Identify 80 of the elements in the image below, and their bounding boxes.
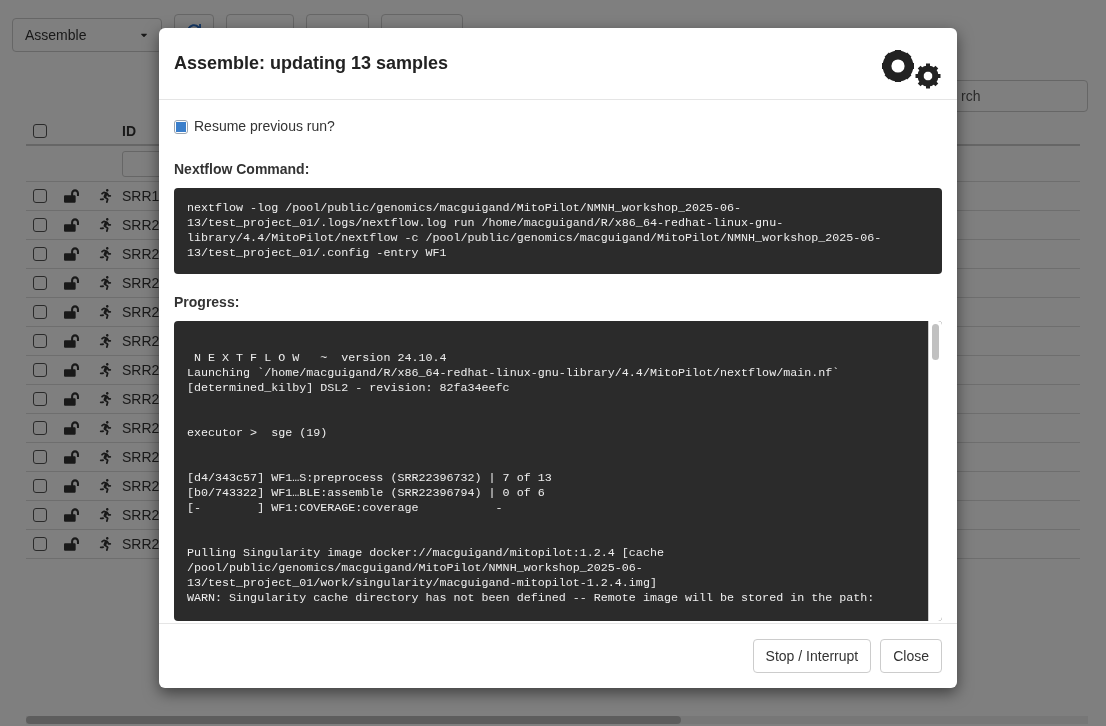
checkbox-label: Resume previous run? <box>194 117 335 136</box>
unlock-icon[interactable] <box>63 247 79 261</box>
row-checkbox[interactable] <box>33 392 47 406</box>
unlock-icon[interactable] <box>63 189 79 203</box>
table-cell-text: SRR2 <box>122 273 160 293</box>
row-checkbox[interactable] <box>33 479 47 493</box>
runner-icon[interactable] <box>98 189 112 203</box>
runner-icon[interactable] <box>98 305 112 319</box>
row-checkbox[interactable] <box>33 537 47 551</box>
runner-icon[interactable] <box>98 479 112 493</box>
unlock-icon[interactable] <box>63 537 79 551</box>
resume-checkbox[interactable] <box>174 119 188 134</box>
table-cell-text: SRR2 <box>122 534 160 554</box>
table-cell-text: SRR1 <box>122 186 160 206</box>
unlock-icon[interactable] <box>63 363 79 377</box>
runner-icon[interactable] <box>98 218 112 232</box>
row-checkbox[interactable] <box>33 450 47 464</box>
log-line: executor > sge (19) <box>187 426 328 441</box>
log-line: WARN: Singularity cache directory has not been defined -- Remote image will be stored in the path: <box>187 591 875 606</box>
log-line: Launching `/home/macguigand/R/x86_64-redhat-linux-gnu-library/4.4/MitoPilot/nextflow/main.nf` <box>187 366 840 381</box>
row-checkbox[interactable] <box>33 508 47 522</box>
log-line: N E X T F L O W ~ version 24.10.4 <box>193 351 447 366</box>
unlock-icon[interactable] <box>63 305 79 319</box>
table-cell-text: SRR2 <box>122 389 160 409</box>
unlock-icon[interactable] <box>63 334 79 348</box>
dialog-title: Assemble: updating 13 samples <box>174 52 449 75</box>
command-line: nextflow -log /pool/public/genomics/macguigand/MitoPilot/NMNH_workshop_2025-06- <box>187 201 742 216</box>
table-cell-text: SRR2 <box>122 244 160 264</box>
row-checkbox[interactable] <box>33 421 47 435</box>
runner-icon[interactable] <box>98 334 112 348</box>
command-line: library/4.4/MitoPilot/nextflow -c /pool/public/genomics/macguigand/MitoPilot/NMNH_workshop_2025-06- <box>187 231 882 246</box>
log-line: [- ] WF1:COVERAGE:coverage - <box>187 501 503 516</box>
table-cell-text: SRR2 <box>122 215 160 235</box>
command-line: 13/test_project_01/.logs/nextflow.log run /home/macguigand/R/x86_64-redhat-linux-gnu- <box>187 216 784 231</box>
runner-icon[interactable] <box>98 508 112 522</box>
log-line: 13/test_project_01/work/singularity/macguigand-mitopilot-1.2.4.img] <box>187 576 657 591</box>
table-cell-text: SRR2 <box>122 331 160 351</box>
row-checkbox[interactable] <box>33 189 47 203</box>
log-line: [b0/743322] WF1…BLE:assemble (SRR22396794) | 0 of 6 <box>187 486 545 501</box>
unlock-icon[interactable] <box>63 276 79 290</box>
table-cell-text: SRR2 <box>122 418 160 438</box>
runner-icon[interactable] <box>98 392 112 406</box>
runner-icon[interactable] <box>98 537 112 551</box>
step-select[interactable]: Assemble <box>12 18 162 52</box>
table-cell-text: SRR2 <box>122 505 160 525</box>
select-all-checkbox[interactable] <box>33 124 47 138</box>
unlock-icon[interactable] <box>63 508 79 522</box>
unlock-icon[interactable] <box>63 450 79 464</box>
row-checkbox[interactable] <box>33 363 47 377</box>
table-cell-text: SRR2 <box>122 302 160 322</box>
row-checkbox[interactable] <box>33 334 47 348</box>
runner-icon[interactable] <box>98 247 112 261</box>
unlock-icon[interactable] <box>63 479 79 493</box>
unlock-icon[interactable] <box>63 392 79 406</box>
log-line: [determined_kilby] DSL2 - revision: 82fa34eefc <box>187 381 510 396</box>
runner-icon[interactable] <box>98 421 112 435</box>
horizontal-scrollbar[interactable] <box>26 716 1088 724</box>
vertical-scrollbar[interactable] <box>928 321 942 621</box>
log-line: Pulling Singularity image docker://macguigand/mitopilot:1.2.4 [cache <box>187 546 664 561</box>
runner-icon[interactable] <box>98 450 112 464</box>
table-cell-text: SRR2 <box>122 360 160 380</box>
unlock-icon[interactable] <box>63 218 79 232</box>
row-checkbox[interactable] <box>33 305 47 319</box>
column-header: ID <box>122 121 136 141</box>
unlock-icon[interactable] <box>63 421 79 435</box>
command-line: 13/test_project_01/.config -entry WF1 <box>187 246 447 261</box>
table-cell-text: SRR2 <box>122 476 160 496</box>
row-checkbox[interactable] <box>33 247 47 261</box>
log-line: /pool/public/genomics/macguigand/MitoPilot/NMNH_workshop_2025-06- <box>187 561 643 576</box>
runner-icon[interactable] <box>98 276 112 290</box>
log-line: [d4/343c57] WF1…S:preprocess (SRR22396732) | 7 of 13 <box>187 471 552 486</box>
table-cell-text: SRR2 <box>122 447 160 467</box>
section-label: Progress: <box>174 293 241 312</box>
dialog-button[interactable]: Close <box>880 639 942 673</box>
dialog-button[interactable]: Stop / Interrupt <box>752 639 872 673</box>
row-checkbox[interactable] <box>33 218 47 232</box>
runner-icon[interactable] <box>98 363 112 377</box>
section-label: Nextflow Command: <box>174 160 311 179</box>
gears-icon <box>880 47 942 90</box>
row-checkbox[interactable] <box>33 276 47 290</box>
